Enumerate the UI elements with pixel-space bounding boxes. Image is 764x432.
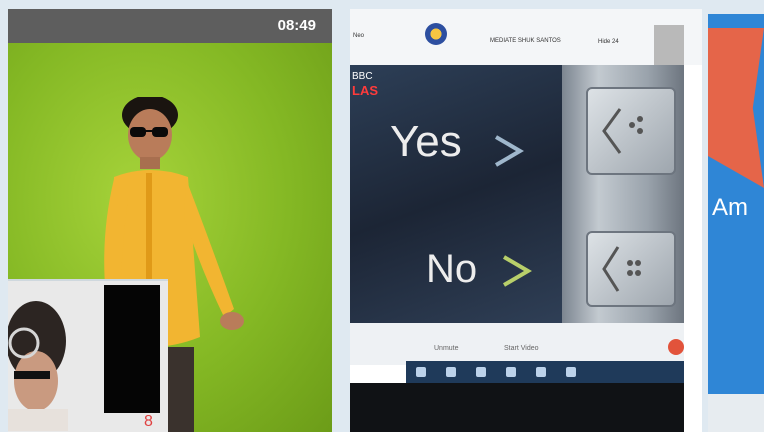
no-arrow-icon: [502, 255, 532, 287]
taskbar-app-icon: [506, 367, 516, 377]
camera-off-tile: [104, 285, 160, 413]
taskbar-app-icon: [446, 367, 456, 377]
hang-up-icon: [668, 339, 684, 355]
las-label: LAS: [352, 83, 378, 98]
toolbar-video-label: Start Video: [504, 345, 539, 352]
school-emblem-icon: [425, 23, 447, 45]
shared-video: BBC LAS Yes No: [350, 65, 684, 323]
bbc-label: BBC: [352, 71, 373, 82]
os-taskbar: [406, 361, 684, 383]
braille-arrow-icon: [602, 108, 643, 154]
taskbar-app-icon: [566, 367, 576, 377]
header-left-text: Neo: [353, 33, 365, 39]
status-clock: 08:49: [277, 17, 316, 34]
elevator-button-yes: [586, 87, 676, 175]
laptop-meeting-photo: Neo MEDIATE SHUK SANTOS Hide 24 BBC LAS …: [350, 9, 702, 432]
header-center-text: MEDIATE SHUK SANTOS: [490, 38, 561, 44]
slide-title-fragment: Am: [712, 194, 748, 221]
no-label: No: [426, 247, 478, 291]
meeting-header: Neo MEDIATE SHUK SANTOS Hide 24: [350, 9, 702, 65]
header-right-text: Hide 24: [598, 39, 619, 45]
yes-label: Yes: [390, 117, 462, 166]
phone-status-bar: 08:49: [8, 9, 332, 43]
slide-footer-bar: [708, 394, 764, 432]
video-call-screenshot: 08:49 8: [8, 9, 332, 432]
slide-graphic-shape: [708, 28, 764, 188]
toolbar-mute-label: Unmute: [434, 345, 459, 352]
presentation-slide-photo: Am: [708, 14, 764, 432]
thumbnail-red-mark: 8: [144, 413, 153, 430]
taskbar-app-icon: [476, 367, 486, 377]
participant-figure: [8, 301, 68, 431]
laptop-bezel: [350, 383, 684, 432]
meeting-toolbar: Unmute Start Video: [350, 323, 684, 365]
yes-arrow-icon: [494, 135, 524, 167]
participant-camera-tile: [654, 25, 684, 65]
taskbar-app-icon: [536, 367, 546, 377]
elevator-button-no: [586, 231, 676, 307]
self-view-thumbnail: 8: [8, 279, 168, 432]
start-icon: [416, 367, 426, 377]
braille-arrow-icon: [602, 246, 641, 292]
